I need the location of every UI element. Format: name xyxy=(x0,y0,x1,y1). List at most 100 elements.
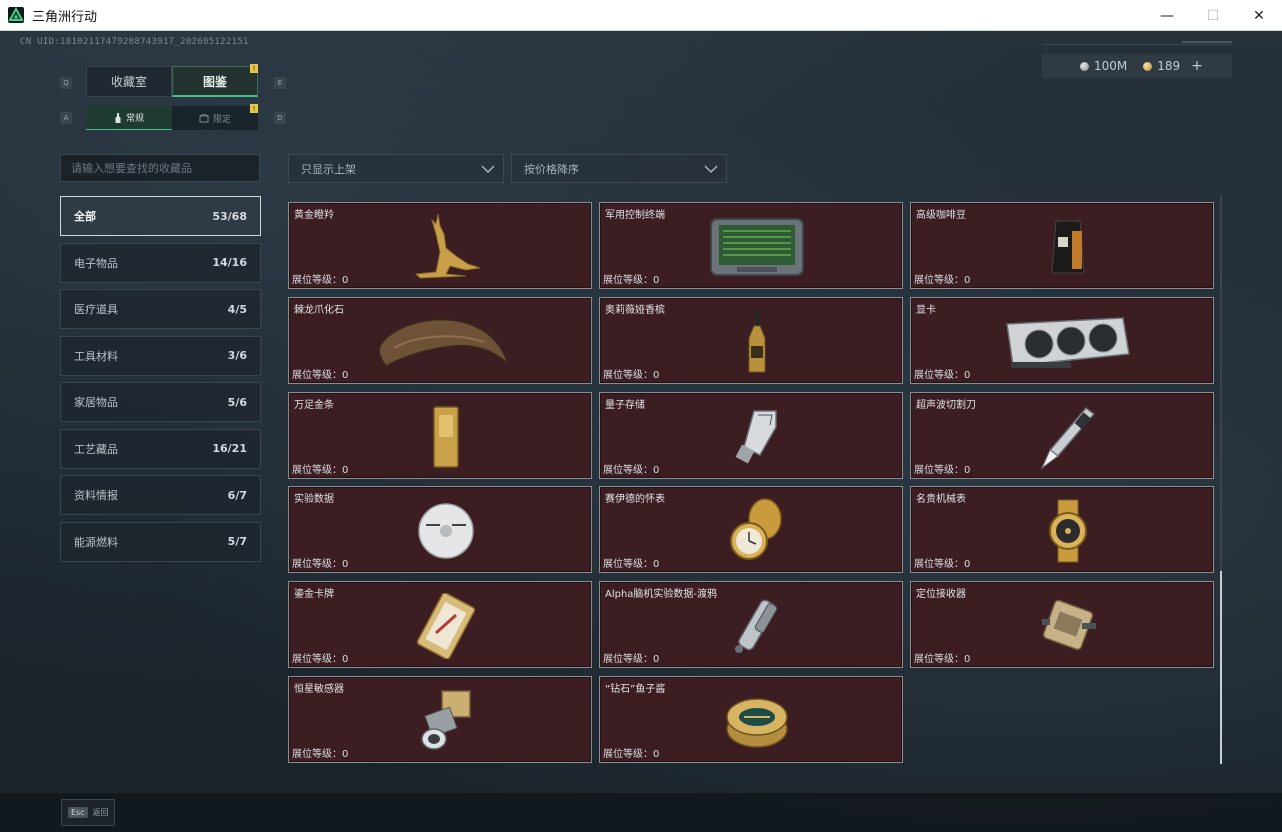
category-label: 工艺藏品 xyxy=(74,442,118,456)
item-card[interactable]: 军用控制终端 展位等级：0 xyxy=(599,202,903,289)
category-count: 5/6 xyxy=(227,395,247,409)
category-medical[interactable]: 医疗道具 4/5 xyxy=(60,289,261,329)
category-all[interactable]: 全部 53/68 xyxy=(60,196,261,236)
item-card[interactable]: 实验数据 展位等级：0 xyxy=(288,486,592,573)
coins-display: 189 + xyxy=(1143,58,1203,74)
item-name: 奥莉薇娅香槟 xyxy=(605,305,665,316)
tab-limited[interactable]: 限定 xyxy=(172,106,258,130)
category-count: 16/21 xyxy=(212,442,247,455)
item-card[interactable]: 棘龙爪化石 展位等级：0 xyxy=(288,297,592,384)
maximize-button[interactable]: ☐ xyxy=(1190,0,1236,31)
caviar-tin-icon xyxy=(702,683,812,759)
item-card[interactable]: 高级咖啡豆 展位等级：0 xyxy=(910,202,1214,289)
footer-bar xyxy=(0,793,1282,832)
item-card[interactable]: 量子存储 展位等级：0 xyxy=(599,392,903,479)
item-card[interactable]: 黄金瞪羚 展位等级：0 xyxy=(288,202,592,289)
back-button[interactable]: Esc 返回 xyxy=(61,799,115,826)
item-level: 展位等级：0 xyxy=(914,559,971,570)
add-coins-button[interactable]: + xyxy=(1191,58,1203,74)
category-label: 工具材料 xyxy=(74,349,118,363)
divider xyxy=(1042,44,1232,45)
item-level: 展位等级：0 xyxy=(914,654,971,665)
category-label: 电子物品 xyxy=(74,256,118,270)
item-level: 展位等级：0 xyxy=(603,370,660,381)
money-coin-icon xyxy=(1080,61,1089,71)
item-name: 实验数据 xyxy=(294,494,334,505)
item-card[interactable]: 奥莉薇娅香槟 展位等级：0 xyxy=(599,297,903,384)
esc-key-icon: Esc xyxy=(68,807,88,818)
item-name: 万足金条 xyxy=(294,400,334,411)
item-card[interactable]: 鎏金卡牌 展位等级：0 xyxy=(288,581,592,668)
item-level: 展位等级：0 xyxy=(914,465,971,476)
item-level: 展位等级：0 xyxy=(292,370,349,381)
tab-regular[interactable]: 常规 xyxy=(86,106,172,130)
category-count: 53/68 xyxy=(212,209,247,223)
gpu-icon xyxy=(993,304,1143,380)
item-card[interactable]: Alpha脑机实验数据-渡鸦 展位等级：0 xyxy=(599,581,903,668)
window-titlebar: 三角洲行动 — ☐ ✕ xyxy=(0,0,1282,31)
receiver-icon xyxy=(1013,588,1123,664)
box-icon xyxy=(199,113,209,122)
item-card[interactable]: “钻石”鱼子酱 展位等级：0 xyxy=(599,676,903,763)
item-card[interactable]: 恒星敏感器 展位等级：0 xyxy=(288,676,592,763)
key-e-hint: E xyxy=(274,77,286,89)
close-button[interactable]: ✕ xyxy=(1236,0,1282,31)
item-card[interactable]: 定位接收器 展位等级：0 xyxy=(910,581,1214,668)
item-level: 展位等级：0 xyxy=(603,465,660,476)
item-card[interactable]: 超声波切割刀 展位等级：0 xyxy=(910,392,1214,479)
category-list: 全部 53/68 电子物品 14/16 医疗道具 4/5 工具材料 3/6 家居物品 5/… xyxy=(60,196,261,568)
item-name: 黄金瞪羚 xyxy=(294,210,334,221)
coins-amount: 189 xyxy=(1157,59,1181,73)
window-title: 三角洲行动 xyxy=(32,9,98,25)
game-viewport: CN UID:18102117479288743917_202605122151… xyxy=(0,31,1282,832)
item-name: 恒星敏感器 xyxy=(294,684,344,695)
category-label: 全部 xyxy=(74,210,96,223)
key-a-hint: A xyxy=(60,112,72,124)
category-energy[interactable]: 能源燃料 5/7 xyxy=(60,521,261,562)
pocket-watch-icon xyxy=(702,493,812,569)
sub-tabs: 常规 限定 xyxy=(86,106,258,130)
item-name: 军用控制终端 xyxy=(605,210,665,221)
money-display: 100M xyxy=(1080,59,1127,73)
main-tabs: 收藏室 图鉴 xyxy=(86,66,258,97)
tab-collection-room[interactable]: 收藏室 xyxy=(86,66,172,97)
category-count: 6/7 xyxy=(227,488,247,502)
money-amount: 100M xyxy=(1094,59,1128,73)
category-intel[interactable]: 资料情报 6/7 xyxy=(60,475,261,515)
category-tools[interactable]: 工具材料 3/6 xyxy=(60,335,261,376)
item-level: 展位等级：0 xyxy=(292,654,349,665)
item-level: 展位等级：0 xyxy=(292,275,349,286)
item-name: 棘龙爪化石 xyxy=(294,305,344,316)
item-card[interactable]: 万足金条 展位等级：0 xyxy=(288,392,592,479)
item-card[interactable]: 赛伊德的怀表 展位等级：0 xyxy=(599,486,903,573)
champagne-icon xyxy=(702,304,812,380)
category-label: 能源燃料 xyxy=(74,535,118,549)
category-label: 资料情报 xyxy=(74,489,118,502)
key-q-hint: Q xyxy=(60,77,72,89)
item-level: 展位等级：0 xyxy=(292,559,349,570)
item-level: 展位等级：0 xyxy=(603,559,660,570)
claw-fossil-icon xyxy=(369,304,519,380)
category-electronics[interactable]: 电子物品 14/16 xyxy=(60,242,261,283)
tab-catalog[interactable]: 图鉴 xyxy=(172,66,258,97)
terminal-icon xyxy=(702,209,812,285)
category-household[interactable]: 家居物品 5/6 xyxy=(60,382,261,422)
item-name: 超声波切割刀 xyxy=(916,400,976,411)
shelf-filter-dropdown[interactable]: 只显示上架 xyxy=(288,154,504,183)
minimize-button[interactable]: — xyxy=(1144,0,1190,31)
search-input[interactable] xyxy=(60,154,260,182)
sort-dropdown[interactable]: 按价格降序 xyxy=(511,154,727,183)
item-card[interactable]: 显卡 展位等级：0 xyxy=(910,297,1214,384)
item-level: 展位等级：0 xyxy=(603,749,660,760)
chevron-down-icon xyxy=(481,165,495,174)
disc-icon xyxy=(391,493,501,569)
item-card[interactable]: 名贵机械表 展位等级：0 xyxy=(910,486,1214,573)
category-crafts[interactable]: 工艺藏品 16/21 xyxy=(60,428,261,469)
key-d-hint: D xyxy=(274,112,286,124)
item-name: 鎏金卡牌 xyxy=(294,589,334,600)
shelf-filter-value: 只显示上架 xyxy=(301,162,356,176)
scrollbar-thumb[interactable] xyxy=(1220,571,1222,764)
usb-drive-icon xyxy=(702,399,812,475)
back-label: 返回 xyxy=(92,808,109,817)
new-badge: ! xyxy=(250,104,258,113)
